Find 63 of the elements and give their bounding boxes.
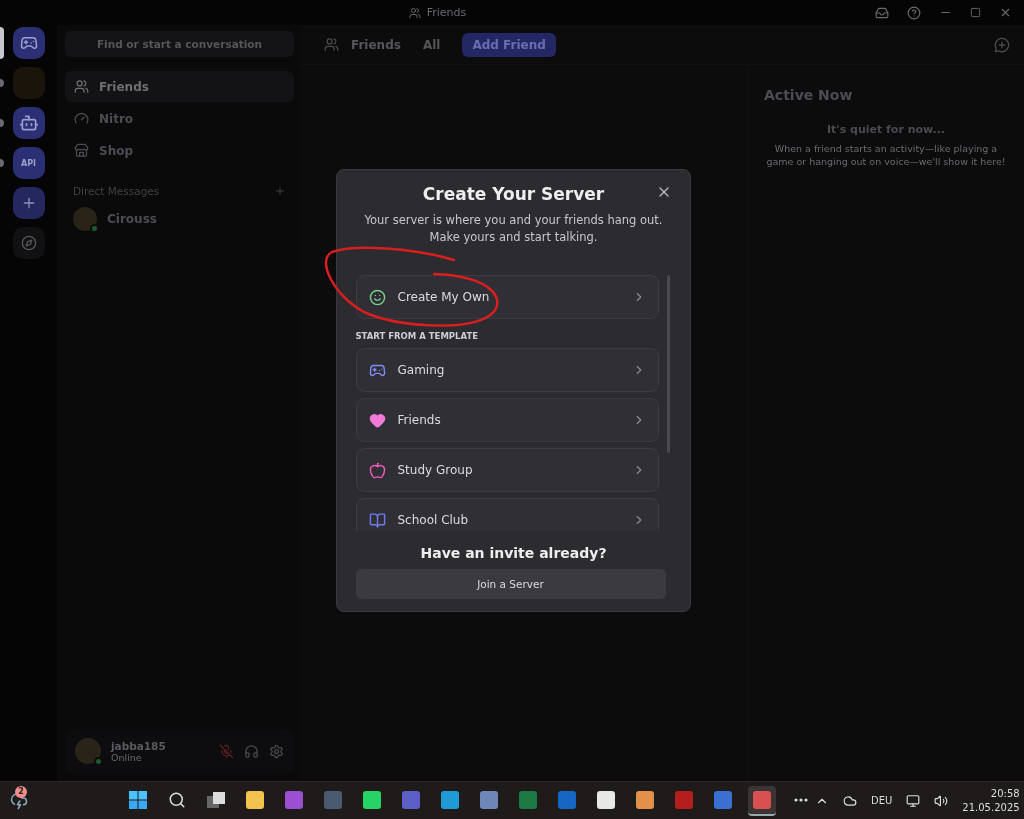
user-name: jabba185: [111, 739, 167, 752]
inbox-icon[interactable]: [875, 5, 889, 20]
cloud-icon[interactable]: [843, 793, 857, 808]
clock-time[interactable]: 20:58: [990, 787, 1020, 801]
clock-date[interactable]: 21.05.2025: [962, 800, 1020, 814]
add-server-button[interactable]: [12, 187, 45, 219]
option-row[interactable]: Gaming: [355, 348, 659, 393]
settings-icon[interactable]: [269, 743, 284, 759]
shop-icon: [74, 143, 89, 158]
user-status: Online: [111, 751, 142, 763]
headphones-icon[interactable]: [244, 743, 259, 759]
robot-icon: [18, 113, 39, 133]
speaker-icon[interactable]: [934, 793, 949, 808]
server-indicator: [0, 27, 4, 59]
apple-icon: [368, 461, 386, 479]
section-heading: Direct Messages: [73, 185, 160, 197]
empty-text: When a friend starts an activity—like playing a game or hanging out on voice—we'll show it here!: [765, 142, 1007, 169]
people-icon: [324, 37, 339, 52]
nav-item[interactable]: Friends: [65, 71, 294, 102]
gamepad-icon: [19, 34, 38, 52]
explore-button[interactable]: [12, 227, 45, 259]
dialog-subtitle: Your server is where you and your friends hang out. Make yours and start talking.: [363, 211, 664, 246]
section-heading: START FROM A TEMPLATE: [355, 331, 480, 342]
server-button[interactable]: [12, 107, 45, 139]
server-indicator: [0, 119, 4, 127]
gauge-icon: [74, 111, 89, 126]
avatar: [75, 738, 101, 764]
server-indicator: [0, 79, 4, 87]
invite-heading: Have an invite already?: [419, 545, 608, 562]
language-indicator[interactable]: DEU: [871, 795, 893, 806]
join-server-button[interactable]: Join a Server: [355, 569, 666, 600]
heart-icon: [368, 411, 386, 429]
help-icon[interactable]: [907, 5, 921, 20]
dialog-title: Create Your Server: [421, 183, 606, 204]
empty-title: It's quiet for now...: [826, 123, 946, 136]
search-icon: [168, 790, 186, 809]
option-row[interactable]: Create My Own: [355, 275, 659, 320]
option-row[interactable]: School Club: [355, 498, 659, 532]
option-row[interactable]: Friends: [355, 398, 659, 443]
avatar: [73, 207, 97, 231]
section-title: Active Now: [764, 87, 853, 103]
book-icon: [368, 511, 386, 529]
close-icon[interactable]: [999, 6, 1012, 19]
people-icon: [74, 79, 89, 94]
server-button[interactable]: API: [12, 147, 45, 179]
compass-icon: [20, 235, 37, 251]
home-button[interactable]: [12, 27, 45, 59]
weather-widget[interactable]: 2: [10, 784, 28, 817]
page-title: Friends: [351, 37, 401, 52]
server-indicator: [0, 159, 4, 167]
face-icon: [368, 288, 386, 306]
scrollbar[interactable]: [666, 275, 670, 454]
windows-logo-icon: [129, 790, 147, 809]
people-icon: [408, 6, 421, 19]
maximize-icon[interactable]: [970, 7, 981, 18]
taskbar-button[interactable]: [748, 785, 776, 816]
option-row[interactable]: Study Group: [355, 448, 659, 493]
network-icon[interactable]: [906, 793, 921, 808]
window-title: Friends: [426, 6, 467, 19]
notification-badge: 2: [15, 785, 27, 798]
new-message-icon[interactable]: [994, 36, 1010, 53]
more-icon: [794, 797, 808, 802]
windows-stack-icon: [207, 791, 225, 808]
